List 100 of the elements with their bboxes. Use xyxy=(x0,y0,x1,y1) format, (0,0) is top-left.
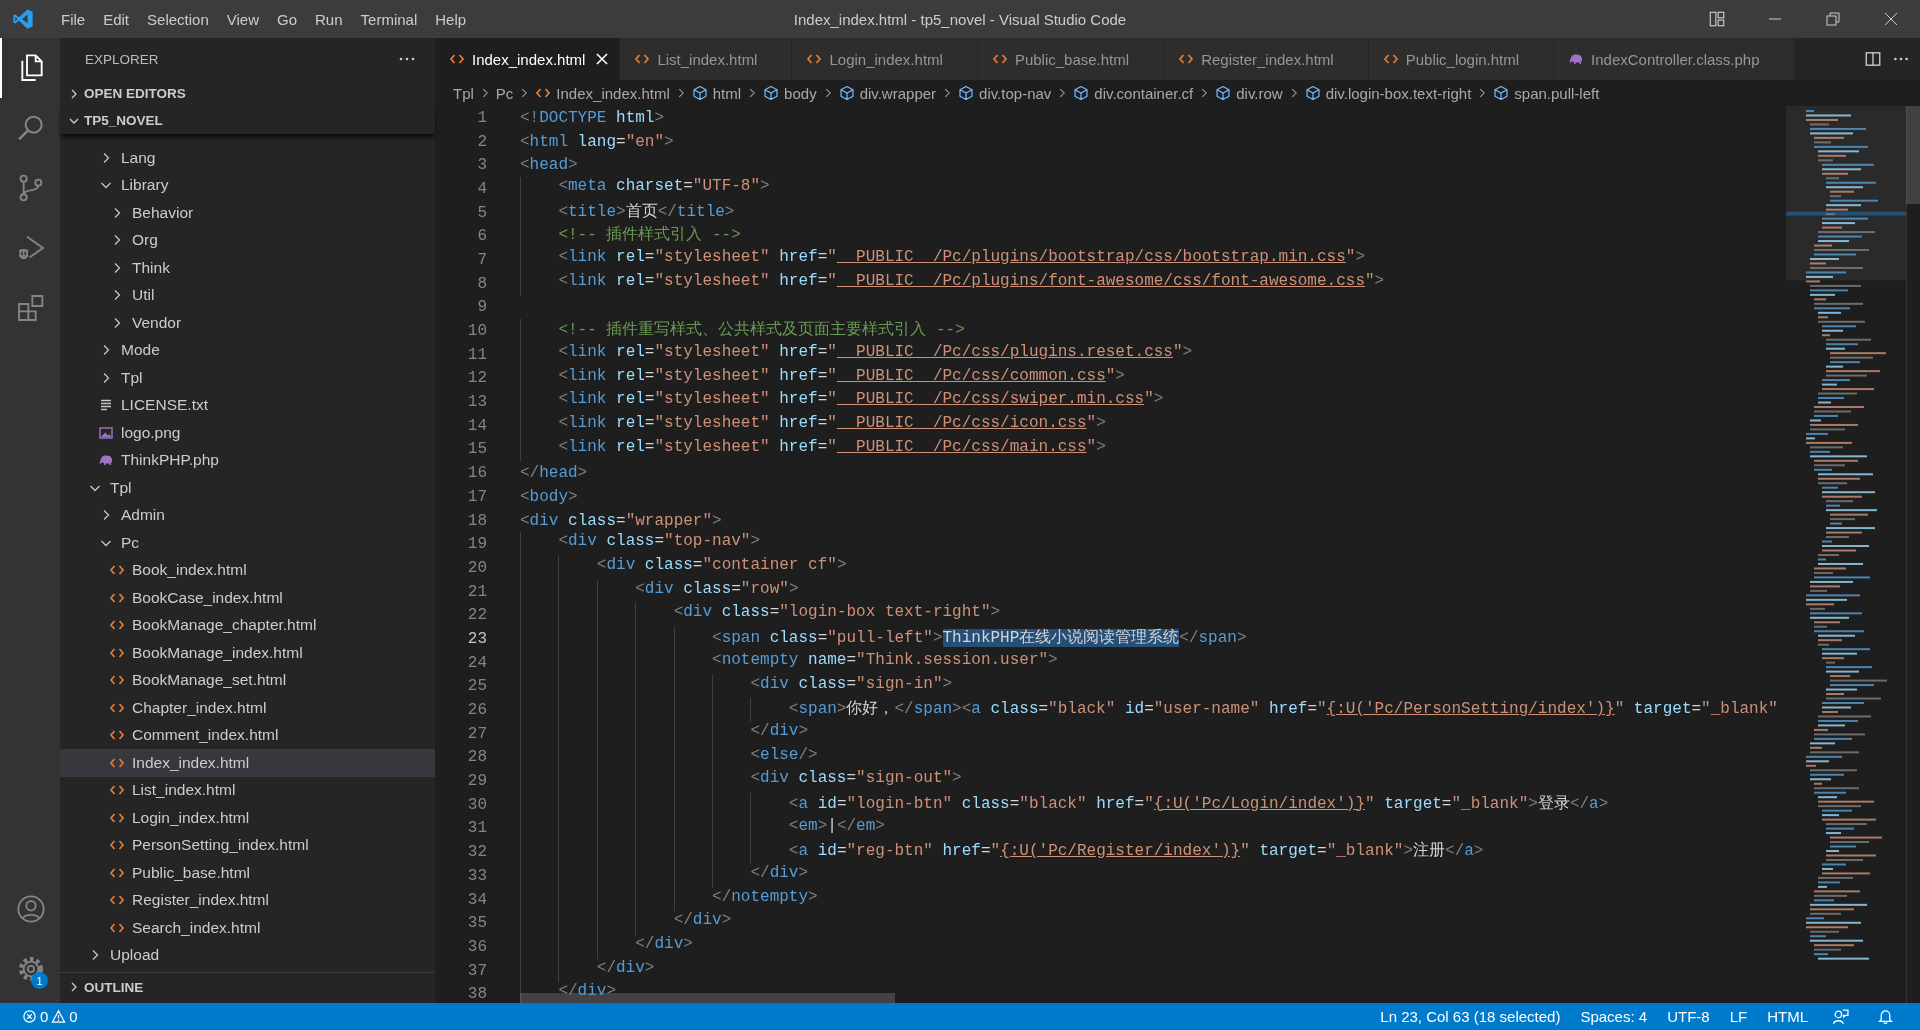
language-mode[interactable]: HTML xyxy=(1759,1008,1816,1025)
error-icon xyxy=(22,1009,37,1024)
tree-item[interactable]: Think xyxy=(60,254,435,282)
breadcrumb-item[interactable]: Pc xyxy=(495,84,514,102)
breadcrumb-item[interactable]: div.wrapper xyxy=(838,84,937,102)
tree-item[interactable]: Util xyxy=(60,281,435,309)
menu-item[interactable]: Run xyxy=(306,10,352,28)
line-number: 15 xyxy=(466,440,488,459)
menu-item[interactable]: Terminal xyxy=(351,10,427,28)
horizontal-scrollbar[interactable] xyxy=(520,993,895,1003)
restore-icon[interactable] xyxy=(1825,11,1841,27)
tree-item[interactable]: BookManage_index.html xyxy=(60,639,435,667)
tree-item[interactable]: Login_index.html xyxy=(60,804,435,832)
tree-item[interactable]: LICENSE.txt xyxy=(60,391,435,419)
tree-item[interactable]: Chapter_index.html xyxy=(60,694,435,722)
breadcrumb-item[interactable]: body xyxy=(763,84,817,102)
editor-tab[interactable]: Register_index.html xyxy=(1164,38,1369,80)
tree-item[interactable]: Lang xyxy=(60,144,435,172)
line-number: 1 xyxy=(476,108,488,127)
line-ending-setting[interactable]: LF xyxy=(1721,1008,1756,1025)
breadcrumb-item[interactable]: span.pull-left xyxy=(1493,84,1600,102)
breadcrumb-item[interactable]: div.container.cf xyxy=(1073,84,1194,102)
code-line: <div class="top-nav"> xyxy=(520,532,761,557)
editor-tab[interactable]: List_index.html xyxy=(620,38,793,80)
tree-item[interactable]: Pc xyxy=(60,529,435,557)
notification-badge: 1 xyxy=(31,972,48,989)
line-number: 12 xyxy=(466,369,488,388)
tree-item[interactable]: Tpl xyxy=(60,474,435,502)
menu-item[interactable]: Selection xyxy=(138,10,218,28)
tree-item[interactable]: Register_index.html xyxy=(60,886,435,914)
tree-item[interactable]: ThinkPHP.php xyxy=(60,446,435,474)
close-icon[interactable] xyxy=(1883,11,1899,27)
line-number: 28 xyxy=(466,748,488,767)
code-line: <!DOCTYPE html> xyxy=(520,108,665,127)
image-icon xyxy=(98,424,114,441)
section-header[interactable]: TP5_NOVEL xyxy=(60,107,435,134)
code-line: </div> xyxy=(520,864,809,888)
tree-item[interactable]: BookCase_index.html xyxy=(60,584,435,612)
feedback-icon[interactable] xyxy=(1832,1008,1849,1025)
tree-item[interactable]: Vendor xyxy=(60,309,435,337)
menu-item[interactable]: Edit xyxy=(94,10,139,28)
tree-item[interactable]: Comment_index.html xyxy=(60,721,435,749)
line-number: 5 xyxy=(476,203,488,222)
editor-tab[interactable]: Public_login.html xyxy=(1368,38,1555,80)
breadcrumb-item[interactable]: div.top-nav xyxy=(958,84,1052,102)
tree-item[interactable]: Search_index.html xyxy=(60,914,435,942)
cube-icon xyxy=(1215,85,1232,101)
tree-item[interactable]: Admin xyxy=(60,501,435,529)
layout-icon[interactable] xyxy=(1708,10,1726,28)
breadcrumb-item[interactable]: div.row xyxy=(1215,84,1283,102)
editor-tab[interactable]: IndexController.class.php xyxy=(1554,38,1795,80)
tree-item[interactable]: Book_index.html xyxy=(60,556,435,584)
tree-item[interactable]: logo.png xyxy=(60,419,435,447)
breadcrumb-item[interactable]: html xyxy=(691,84,742,102)
section-header[interactable]: OPEN EDITORS xyxy=(60,80,435,107)
bell-icon[interactable] xyxy=(1877,1008,1894,1025)
tree-item[interactable]: BookManage_set.html xyxy=(60,666,435,694)
menu-item[interactable]: File xyxy=(52,10,95,28)
breadcrumb-item[interactable]: Tpl xyxy=(453,84,474,102)
line-number: 19 xyxy=(466,535,488,554)
tree-item[interactable]: PersonSetting_index.html xyxy=(60,831,435,859)
encoding-setting[interactable]: UTF-8 xyxy=(1659,1008,1718,1025)
tree-item[interactable]: Index_index.html xyxy=(60,749,435,777)
menu-item[interactable]: Go xyxy=(268,10,306,28)
scrollbar-thumb[interactable] xyxy=(1906,106,1920,204)
line-number: 36 xyxy=(466,937,488,956)
line-number: 13 xyxy=(466,393,488,412)
menu-item[interactable]: Help xyxy=(426,10,476,28)
cube-icon xyxy=(763,85,780,101)
problems-button[interactable]: 0 0 xyxy=(14,1008,86,1025)
tree-item[interactable]: Org xyxy=(60,226,435,254)
indentation-setting[interactable]: Spaces: 4 xyxy=(1572,1008,1656,1025)
editor-tab[interactable]: Public_base.html xyxy=(977,38,1165,80)
section-header[interactable]: OUTLINE xyxy=(60,972,435,1001)
tree-item[interactable]: BookManage_chapter.html xyxy=(60,611,435,639)
tree-item[interactable]: Behavior xyxy=(60,199,435,227)
editor-tab[interactable]: Index_index.html xyxy=(435,38,621,80)
line-number: 14 xyxy=(466,416,488,435)
code-line: <!-- 插件重写样式、公共样式及页面主要样式引入 --> xyxy=(520,319,965,343)
more-icon[interactable] xyxy=(399,57,415,61)
code-line: </div> xyxy=(520,911,732,936)
breadcrumb-item[interactable]: div.login-box.text-right xyxy=(1304,84,1472,102)
code-line: <div class="wrapper"> xyxy=(520,511,722,530)
cube-icon xyxy=(1493,85,1510,101)
code-line: <title>首页</title> xyxy=(520,200,735,225)
tree-item[interactable]: Upload xyxy=(60,941,435,969)
editor-tab[interactable]: Login_index.html xyxy=(792,38,978,80)
tree-item[interactable]: Library xyxy=(60,171,435,199)
split-editor-icon[interactable] xyxy=(1864,50,1882,68)
tree-item[interactable]: List_index.html xyxy=(60,776,435,804)
cursor-position[interactable]: Ln 23, Col 63 (18 selected) xyxy=(1372,1008,1569,1025)
line-number: 17 xyxy=(466,487,488,506)
activity-bar-button[interactable]: 1 xyxy=(0,939,60,999)
tree-item[interactable]: Public_base.html xyxy=(60,859,435,887)
tree-item[interactable]: Tpl xyxy=(60,364,435,392)
line-number: 9 xyxy=(476,298,488,317)
menu-item[interactable]: View xyxy=(217,10,268,28)
cube-icon xyxy=(1073,85,1090,101)
tree-item[interactable]: Mode xyxy=(60,336,435,364)
breadcrumb-item[interactable]: Index_index.html xyxy=(535,84,670,102)
